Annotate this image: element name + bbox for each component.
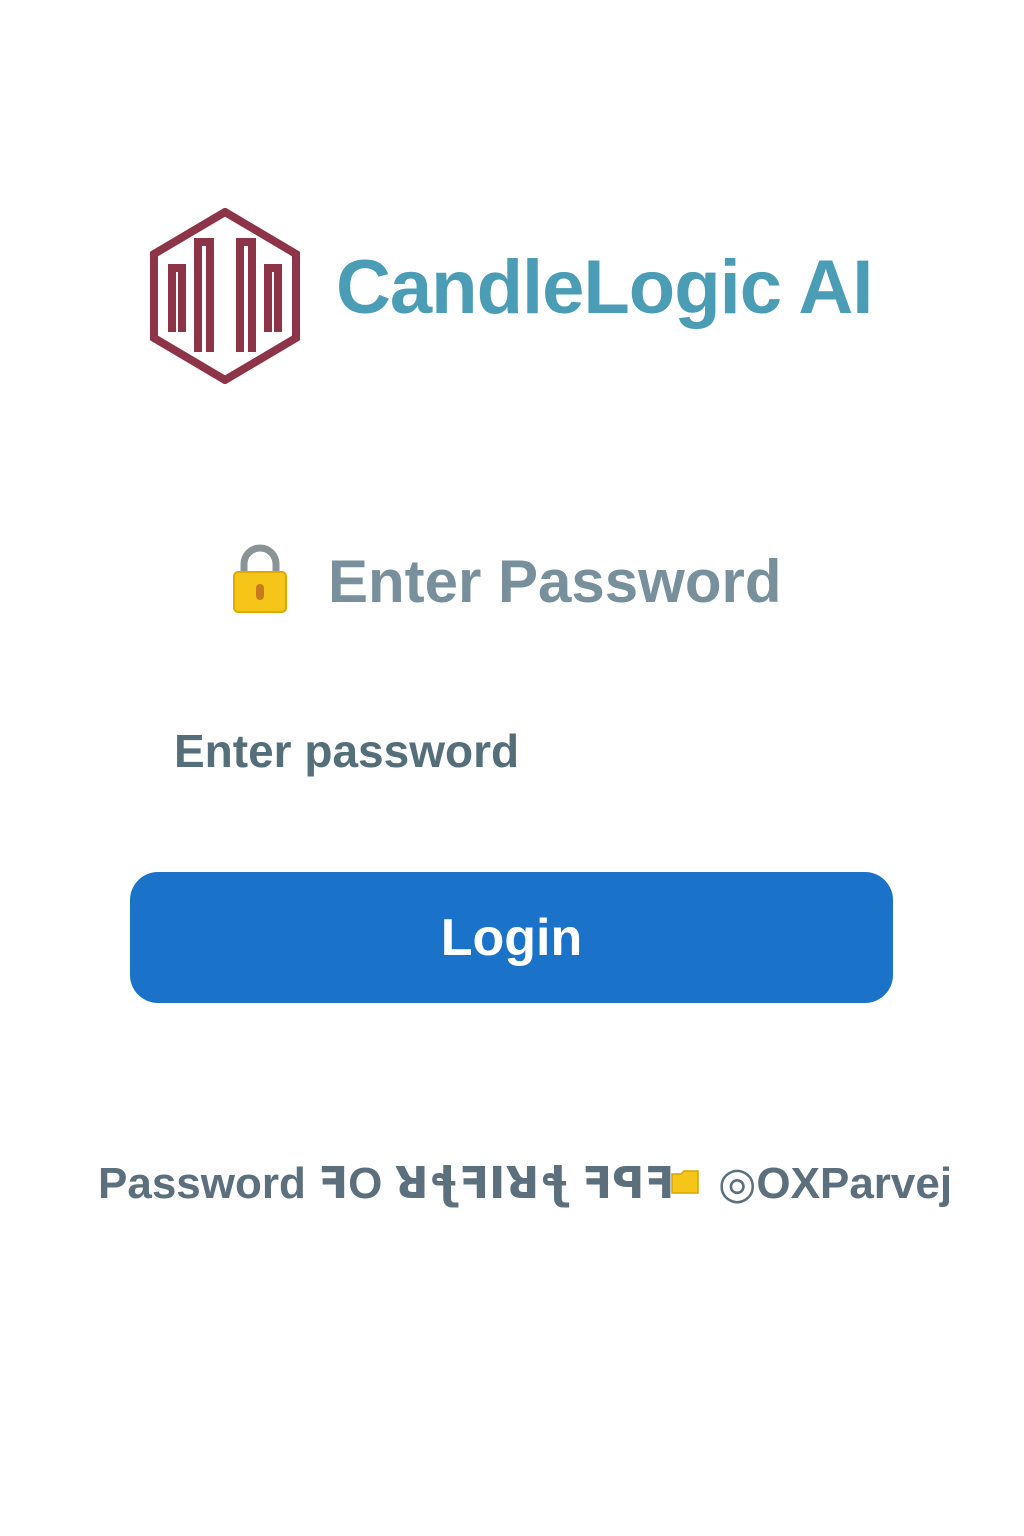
login-heading-row: Enter Password bbox=[228, 538, 828, 618]
login-button[interactable]: Login bbox=[130, 872, 893, 1003]
app-name: CandleLogic AI bbox=[336, 245, 873, 330]
page-title: Enter Password bbox=[328, 548, 782, 615]
folder-icon bbox=[671, 1170, 699, 1194]
author-handle: ◎OXParvej bbox=[718, 1159, 953, 1208]
brand-header: CandleLogic AI bbox=[150, 208, 910, 384]
lock-icon bbox=[233, 544, 287, 613]
password-field[interactable] bbox=[160, 716, 880, 786]
candle-chart-hexagon-logo-icon bbox=[150, 208, 300, 384]
footer: Password ꟻO ꓤꞎꟻꓲꓤꞎ ꟻꟼꟻ ◎OXParvej bbox=[98, 1152, 952, 1216]
footer-text: Password ꟻO ꓤꞎꟻꓲꓤꞎ ꟻꟼꟻ bbox=[98, 1159, 675, 1208]
